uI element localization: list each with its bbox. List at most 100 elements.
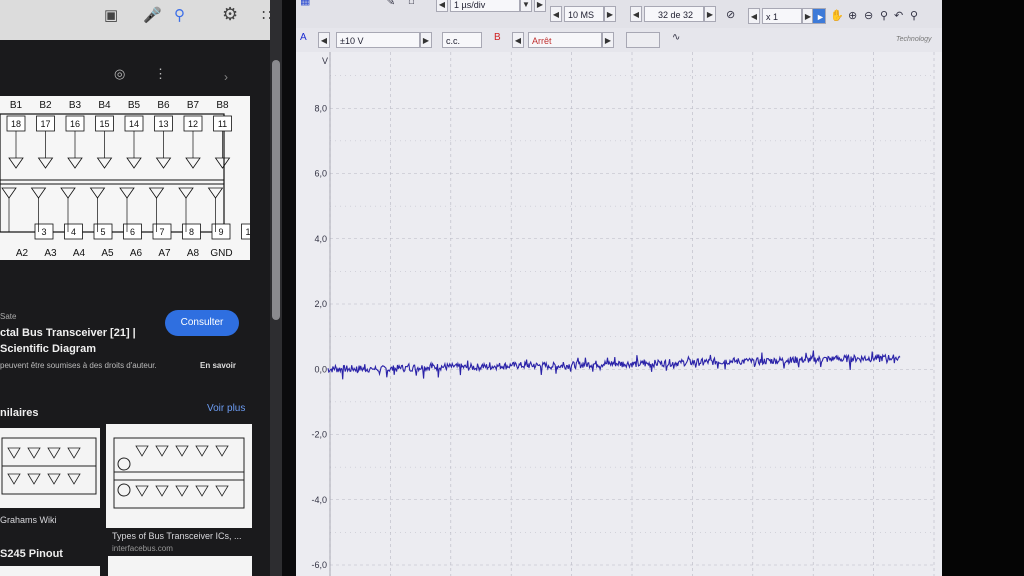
zoom-fit-icon[interactable]: ⚲ (910, 9, 918, 22)
learn-more-link[interactable]: En savoir (200, 361, 236, 370)
y-tick-label: -2,0 (311, 430, 327, 440)
similar-image-2[interactable] (106, 424, 252, 528)
channel-b-label: B (494, 32, 501, 43)
pin-label-top: B5 (128, 100, 141, 111)
pinout-diagram[interactable]: B1 B2 B3 B4 B5 B6 B7 B8 A2 A3 A4 A5 A6 A7 A8 GND 18 17 16… (0, 96, 250, 260)
y-tick-label: 4,0 (314, 234, 327, 244)
browser-panel: ▣ 🎤 ⚲ ⚙ ∷ ◎ ⋮ › B1 B2 B3 B4 B5 B6 B7 B8 A2 A3 A4 A5… (0, 0, 282, 576)
pin-label-bottom: A8 (187, 248, 200, 259)
pin-label-bottom: GND (210, 248, 232, 259)
timebase-next-button[interactable]: ▶ (534, 0, 546, 12)
result-title-line2[interactable]: Scientific Diagram (0, 343, 96, 355)
timebase-select[interactable]: 1 µs/div (450, 0, 520, 12)
zoom-area-icon[interactable]: ⚲ (880, 9, 888, 22)
buffer-symbol (67, 157, 83, 169)
open-icon[interactable]: ▦ (300, 0, 310, 7)
result-title-line1[interactable]: ctal Bus Transceiver [21] | (0, 327, 136, 339)
channel-a-range-prev[interactable]: ◀ (318, 32, 330, 48)
pin-label-bottom: A3 (44, 248, 57, 259)
consult-button[interactable]: Consulter (165, 310, 239, 336)
buffer-symbol (37, 157, 54, 169)
channel-a-label: A (300, 32, 307, 43)
similar-image-1[interactable] (0, 428, 100, 508)
similar-image-4[interactable] (108, 556, 252, 576)
microphone-icon[interactable]: 🎤 (143, 6, 162, 24)
rights-notice: peuvent être soumises à des droits d'aut… (0, 361, 157, 370)
pin-number-bottom: 9 (218, 227, 223, 237)
similar-image-2-caption[interactable]: Types of Bus Transceiver ICs, ... (112, 531, 242, 541)
y-tick-label: -6,0 (311, 560, 327, 570)
pin-label-top: B8 (216, 100, 229, 111)
more-options-icon[interactable]: ⋮ (154, 66, 167, 82)
pen-icon[interactable]: ✎ (386, 0, 395, 8)
channel-b-state-select[interactable]: Arrêt (528, 32, 602, 48)
buffer-symbol (185, 157, 201, 169)
zoom-prev-button[interactable]: ◀ (748, 8, 760, 24)
pin-number-top: 13 (158, 119, 168, 129)
pin-label-top: B4 (98, 100, 111, 111)
undo-zoom-icon[interactable]: ↶ (894, 9, 903, 22)
y-tick-label: 8,0 (314, 103, 327, 113)
pin-number-bottom: 7 (159, 227, 164, 237)
pin-label-bottom: A6 (130, 248, 143, 259)
pin-number-top: 14 (129, 119, 139, 129)
timebase-prev-button[interactable]: ◀ (436, 0, 448, 12)
buffer-symbol (60, 187, 76, 199)
channel-a-range-next[interactable]: ▶ (420, 32, 432, 48)
no-entry-icon[interactable]: ⊘ (726, 8, 735, 21)
zoom-in-icon[interactable]: ⊕ (848, 9, 857, 22)
gear-icon[interactable]: ⚙ (222, 4, 238, 25)
pin-number-top: 17 (40, 119, 50, 129)
y-tick-label: 0,0 (314, 364, 327, 374)
next-arrow-icon[interactable]: › (224, 70, 228, 84)
y-unit-label: V (322, 56, 328, 66)
pin-number-bottom: 5 (100, 227, 105, 237)
channel-b-coupling-select[interactable] (626, 32, 660, 48)
channel-b-range-prev[interactable]: ◀ (512, 32, 524, 48)
pin-number-bottom: 8 (189, 227, 194, 237)
home-icon[interactable]: ⌂ (408, 0, 415, 7)
buffer-counter[interactable]: 32 de 32 (644, 6, 704, 22)
buffer-symbol (126, 157, 142, 169)
timebase-dropdown[interactable]: ▼ (520, 0, 532, 12)
buffer-symbol (30, 187, 47, 199)
buffer-symbol (214, 157, 231, 169)
y-tick-label: 2,0 (314, 299, 327, 309)
channel-a-trace (327, 350, 901, 380)
source-name: Sate (0, 312, 17, 321)
buffer-symbol (89, 187, 106, 199)
lens-icon[interactable]: ◎ (114, 66, 125, 82)
browser-scrollbar-thumb[interactable] (272, 60, 280, 320)
pin-number-bottom: 10 (245, 227, 250, 237)
buffer-next-button[interactable]: ▶ (704, 6, 716, 22)
samples-prev-button[interactable]: ◀ (550, 6, 562, 22)
channel-a-coupling-select[interactable]: c.c. (442, 32, 482, 48)
samples-select[interactable]: 10 MS (564, 6, 604, 22)
similar-image-3-preview[interactable] (0, 566, 100, 576)
buffer-prev-button[interactable]: ◀ (630, 6, 642, 22)
waveform-chart[interactable]: 10,08,06,04,02,00,0-2,0-4,0-6,0 V (296, 38, 942, 576)
y-tick-label: 6,0 (314, 169, 327, 179)
pin-number-bottom: 4 (71, 227, 76, 237)
buffer-symbol (155, 157, 172, 169)
brand-text: Technology (896, 36, 932, 43)
camera-icon[interactable]: ▣ (104, 6, 118, 24)
samples-next-button[interactable]: ▶ (604, 6, 616, 22)
hand-tool-icon[interactable]: ✋ (830, 9, 844, 22)
browser-search-bar: ▣ 🎤 ⚲ ⚙ ∷ (0, 0, 282, 40)
search-icon[interactable]: ⚲ (174, 6, 185, 24)
zoom-select[interactable]: x 1 (762, 8, 802, 24)
channel-b-range-next[interactable]: ▶ (602, 32, 614, 48)
select-tool-icon[interactable]: ► (812, 8, 826, 24)
zoom-out-icon[interactable]: ⊖ (864, 9, 873, 22)
similar-image-1-caption[interactable]: Grahams Wiki (0, 515, 57, 525)
see-more-link[interactable]: Voir plus (207, 403, 245, 414)
buffer-symbol (8, 157, 24, 169)
similar-image-2-domain: interfacebus.com (112, 544, 173, 553)
similar-image-3-caption[interactable]: S245 Pinout (0, 548, 63, 560)
pin-label-bottom: A5 (101, 248, 114, 259)
trigger-icon[interactable]: ∿ (672, 32, 680, 43)
channel-a-range-select[interactable]: ±10 V (336, 32, 420, 48)
y-tick-label: -4,0 (311, 495, 327, 505)
pin-label-top: B3 (69, 100, 82, 111)
